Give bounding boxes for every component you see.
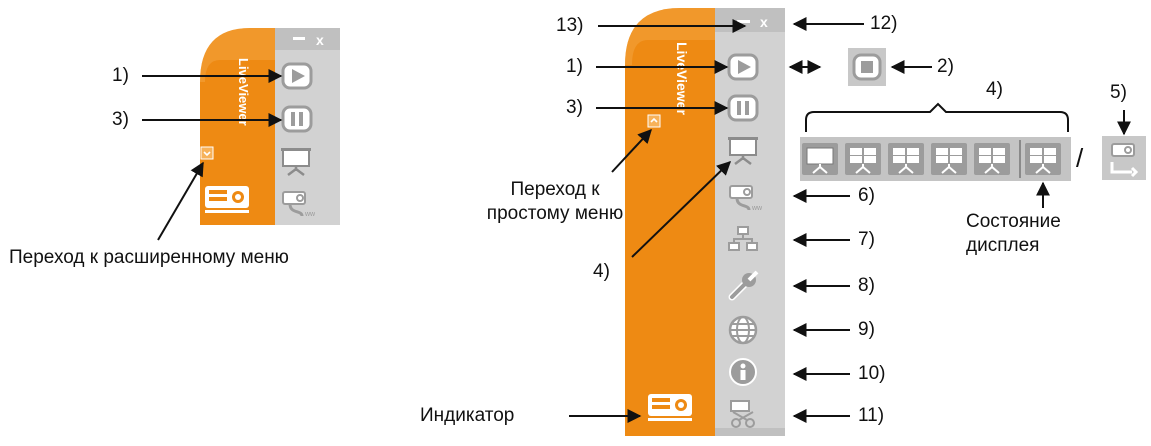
right-callout-display-group: 4): [986, 79, 1003, 100]
right-play-icon[interactable]: [727, 53, 759, 81]
right-callout-mute: 6): [858, 185, 875, 206]
left-minimize-button[interactable]: [293, 37, 305, 40]
right-liveviewer-panel: [625, 8, 785, 436]
display-button-5-icon[interactable]: [973, 142, 1011, 176]
right-callout-stop-variant: 2): [937, 56, 954, 77]
display-button-1-icon[interactable]: [801, 142, 839, 176]
right-collapse-icon[interactable]: [647, 114, 661, 128]
right-minimize-button[interactable]: [737, 20, 750, 23]
display-button-2-icon[interactable]: [844, 142, 882, 176]
right-callout-pause: 3): [566, 97, 583, 118]
left-expand-caption: Переход к расширенному меню: [9, 247, 289, 268]
stop-variant-icon[interactable]: [848, 48, 886, 86]
right-callout-single-display: 5): [1110, 82, 1127, 103]
left-play-icon[interactable]: [281, 62, 313, 90]
svg-text:x: x: [760, 14, 768, 30]
left-callout-pause: 3): [112, 109, 129, 130]
right-callout-info: 10): [858, 363, 886, 384]
right-info-icon[interactable]: [729, 358, 757, 386]
right-callout-settings: 8): [858, 275, 875, 296]
right-logo-text: LiveViewer: [674, 42, 690, 115]
left-callout-play: 1): [112, 65, 129, 86]
right-close-button[interactable]: x: [760, 14, 768, 30]
right-callout-play: 1): [566, 56, 583, 77]
display-group-brace: [805, 102, 1069, 132]
right-pause-icon[interactable]: [727, 94, 759, 122]
right-callout-minimize: 13): [556, 15, 584, 36]
left-logo-text: LiveViewer: [236, 58, 251, 126]
display-slash: /: [1076, 143, 1084, 173]
right-callout-web: 9): [858, 319, 875, 340]
right-globe-icon[interactable]: [728, 315, 758, 345]
svg-text:x: x: [316, 32, 324, 48]
display-button-3-icon[interactable]: [887, 142, 925, 176]
right-callout-network: 7): [858, 229, 875, 250]
display-button-4-icon[interactable]: [930, 142, 968, 176]
indicator-caption: Индикатор: [420, 405, 515, 426]
display-state-caption: Состояние дисплея: [966, 211, 1061, 256]
diagram-stage: ww x LiveViewer x LiveViewer 1) 3) Перех…: [0, 0, 1151, 446]
left-close-button[interactable]: x: [316, 32, 324, 48]
right-callout-disconnect: 11): [858, 405, 885, 426]
left-expand-icon[interactable]: [200, 146, 214, 160]
display-state-icon: [1024, 142, 1062, 176]
right-callout-close: 12): [870, 13, 898, 34]
left-pause-icon[interactable]: [281, 105, 313, 133]
collapse-caption: Переход к простому меню: [486, 179, 624, 224]
right-callout-display-button: 4): [593, 261, 610, 282]
single-display-icon[interactable]: [1102, 136, 1146, 180]
